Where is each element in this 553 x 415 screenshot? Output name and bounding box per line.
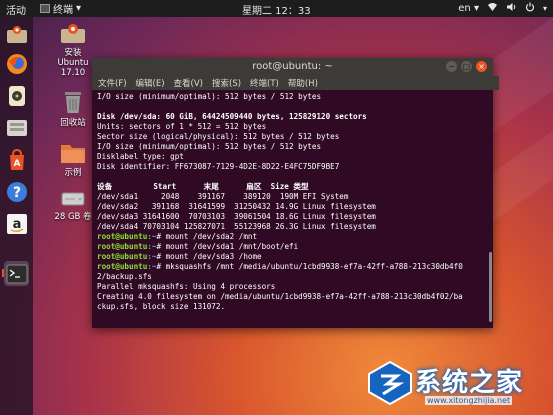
menu-help[interactable]: 帮助(H) bbox=[288, 77, 318, 89]
system-tray: en ▾ ▾ bbox=[458, 0, 547, 17]
desktop-icon-label: Ubuntu bbox=[57, 58, 89, 68]
command-line: root@ubuntu:~# mksquashfs /mnt /media/ub… bbox=[97, 262, 489, 272]
launcher-rhythmbox[interactable] bbox=[4, 83, 29, 108]
command-line: root@ubuntu:~# mount /dev/sda3 /home bbox=[97, 252, 489, 262]
music-player-icon bbox=[8, 85, 25, 106]
files-icon bbox=[6, 119, 27, 136]
terminal-titlebar[interactable]: root@ubuntu: ~ − □ × bbox=[92, 58, 493, 76]
minimize-button[interactable]: − bbox=[446, 61, 457, 72]
command-text: # mksquashfs /mnt /media/ubuntu/1cbd9938… bbox=[156, 262, 463, 271]
launcher-dock: A ? a bbox=[0, 17, 33, 415]
clock[interactable]: 星期二 12：33 bbox=[242, 2, 311, 17]
launcher-software[interactable]: A bbox=[4, 147, 29, 172]
output-line: ckup.sfs, block size 131072. bbox=[97, 302, 226, 311]
output-line: ​ bbox=[97, 102, 489, 112]
prompt-user: root@ubuntu bbox=[97, 262, 148, 271]
svg-text:A: A bbox=[13, 159, 20, 169]
menu-edit[interactable]: 编辑(E) bbox=[136, 77, 165, 89]
chevron-down-icon: ▾ bbox=[473, 3, 479, 14]
watermark-logo-icon bbox=[368, 360, 412, 406]
desktop-icon-trash[interactable]: 回收站 bbox=[53, 90, 93, 128]
watermark-text: 系统之家 bbox=[415, 368, 524, 398]
menu-search[interactable]: 搜索(S) bbox=[212, 77, 241, 89]
desktop-icon-label: 28 GB 卷 bbox=[54, 212, 92, 222]
launcher-installer[interactable] bbox=[4, 21, 29, 46]
menu-terminal[interactable]: 终端(T) bbox=[250, 77, 279, 89]
installer-icon bbox=[61, 24, 85, 43]
chevron-down-icon[interactable]: ▾ bbox=[543, 4, 547, 13]
terminal-small-icon bbox=[40, 4, 50, 13]
terminal-window[interactable]: root@ubuntu: ~ − □ × 文件(F) 编辑(E) 查看(V) 搜… bbox=[92, 58, 499, 328]
desktop-icon-install-ubuntu[interactable]: 安装 Ubuntu 17.10 bbox=[53, 22, 93, 78]
svg-text:?: ? bbox=[12, 185, 20, 201]
app-menu-label: 终端 bbox=[53, 5, 73, 16]
command-line: root@ubuntu:~# mount /dev/sda2 /mnt bbox=[97, 232, 489, 242]
app-menu[interactable]: 终端 ▾ bbox=[40, 0, 81, 17]
watermark: 系统之家 www.xitongzhijia.net bbox=[367, 358, 547, 413]
installer-icon bbox=[6, 25, 27, 43]
top-bar: 活动 终端 ▾ 星期二 12：33 en ▾ ▾ bbox=[0, 0, 553, 17]
amazon-icon: a bbox=[6, 213, 27, 234]
desktop-icon-label: 安装 bbox=[64, 48, 82, 58]
terminal-scrollbar[interactable] bbox=[488, 92, 492, 324]
scrollbar-thumb[interactable] bbox=[489, 252, 492, 322]
firefox-icon bbox=[6, 53, 27, 74]
prompt-user: root@ubuntu bbox=[97, 232, 148, 241]
maximize-button[interactable]: □ bbox=[461, 61, 472, 72]
output-line: Disk identifier: FF673087-7129-4D2E-8D22… bbox=[97, 162, 340, 171]
terminal-icon bbox=[6, 264, 27, 283]
launcher-amazon[interactable]: a bbox=[4, 211, 29, 236]
chevron-down-icon: ▾ bbox=[76, 3, 82, 14]
partition-table-header: 设备 Start 末尾 扇区 Size 类型 bbox=[97, 182, 309, 191]
activities-button[interactable]: 活动 bbox=[6, 2, 26, 17]
output-line: Units: sectors of 1 * 512 = 512 bytes bbox=[97, 122, 267, 131]
software-center-icon: A bbox=[9, 148, 24, 170]
drive-icon bbox=[61, 192, 85, 206]
output-line: Disklabel type: gpt bbox=[97, 152, 184, 161]
menu-file[interactable]: 文件(F) bbox=[98, 77, 127, 89]
command-text: # mount /dev/sda3 /home bbox=[156, 252, 262, 261]
launcher-terminal[interactable] bbox=[4, 261, 29, 286]
desktop-icon-volume[interactable]: 28 GB 卷 bbox=[53, 190, 93, 222]
partition-row: /dev/sda2 391168 31641599 31250432 14.9G… bbox=[97, 202, 376, 211]
desktop-icon-label: 示例 bbox=[64, 168, 82, 178]
desktop-icon-label: 17.10 bbox=[60, 68, 86, 78]
output-line: Sector size (logical/physical): 512 byte… bbox=[97, 132, 340, 141]
power-icon[interactable] bbox=[525, 2, 535, 15]
command-line: root@ubuntu:~# mount /dev/sda1 /mnt/boot… bbox=[97, 242, 489, 252]
close-button[interactable]: × bbox=[476, 61, 487, 72]
volume-icon[interactable] bbox=[506, 2, 517, 15]
active-indicator bbox=[2, 269, 4, 277]
help-icon: ? bbox=[6, 181, 27, 202]
prompt-user: root@ubuntu bbox=[97, 252, 148, 261]
output-line: 2/backup.sfs bbox=[97, 272, 152, 281]
watermark-url: www.xitongzhijia.net bbox=[425, 396, 513, 405]
launcher-help[interactable]: ? bbox=[4, 179, 29, 204]
prompt-user: root@ubuntu bbox=[97, 242, 148, 251]
folder-icon bbox=[61, 145, 85, 163]
output-line: ​ bbox=[97, 172, 489, 182]
partition-row: /dev/sda1 2048 391167 389120 190M EFI Sy… bbox=[97, 192, 349, 201]
language-selector[interactable]: en ▾ bbox=[458, 3, 479, 14]
output-line: Parallel mksquashfs: Using 4 processors bbox=[97, 282, 276, 291]
partition-row: /dev/sda3 31641600 70703103 39061504 18.… bbox=[97, 212, 376, 221]
desktop-icon-examples[interactable]: 示例 bbox=[53, 142, 93, 178]
output-line: I/O size (minimum/optimal): 512 bytes / … bbox=[97, 142, 322, 151]
desktop-icon-label: 回收站 bbox=[60, 118, 86, 128]
terminal-output[interactable]: I/O size (minimum/optimal): 512 bytes / … bbox=[97, 92, 489, 324]
launcher-files[interactable] bbox=[4, 115, 29, 140]
network-icon[interactable] bbox=[487, 2, 498, 15]
language-label: en bbox=[458, 3, 471, 14]
launcher-firefox[interactable] bbox=[4, 51, 29, 76]
partition-row: /dev/sda4 70703104 125827071 55123968 26… bbox=[97, 222, 376, 231]
output-line: Disk /dev/sda: 60 GiB, 64424509440 bytes… bbox=[97, 112, 367, 121]
menu-view[interactable]: 查看(V) bbox=[174, 77, 203, 89]
command-text: # mount /dev/sda2 /mnt bbox=[156, 232, 258, 241]
trash-icon bbox=[65, 92, 81, 113]
terminal-title: root@ubuntu: ~ bbox=[252, 61, 333, 72]
terminal-menubar: 文件(F) 编辑(E) 查看(V) 搜索(S) 终端(T) 帮助(H) bbox=[92, 76, 499, 90]
output-line: I/O size (minimum/optimal): 512 bytes / … bbox=[97, 92, 322, 101]
output-line: Creating 4.0 filesystem on /media/ubuntu… bbox=[97, 292, 463, 301]
command-text: # mount /dev/sda1 /mnt/boot/efi bbox=[156, 242, 299, 251]
